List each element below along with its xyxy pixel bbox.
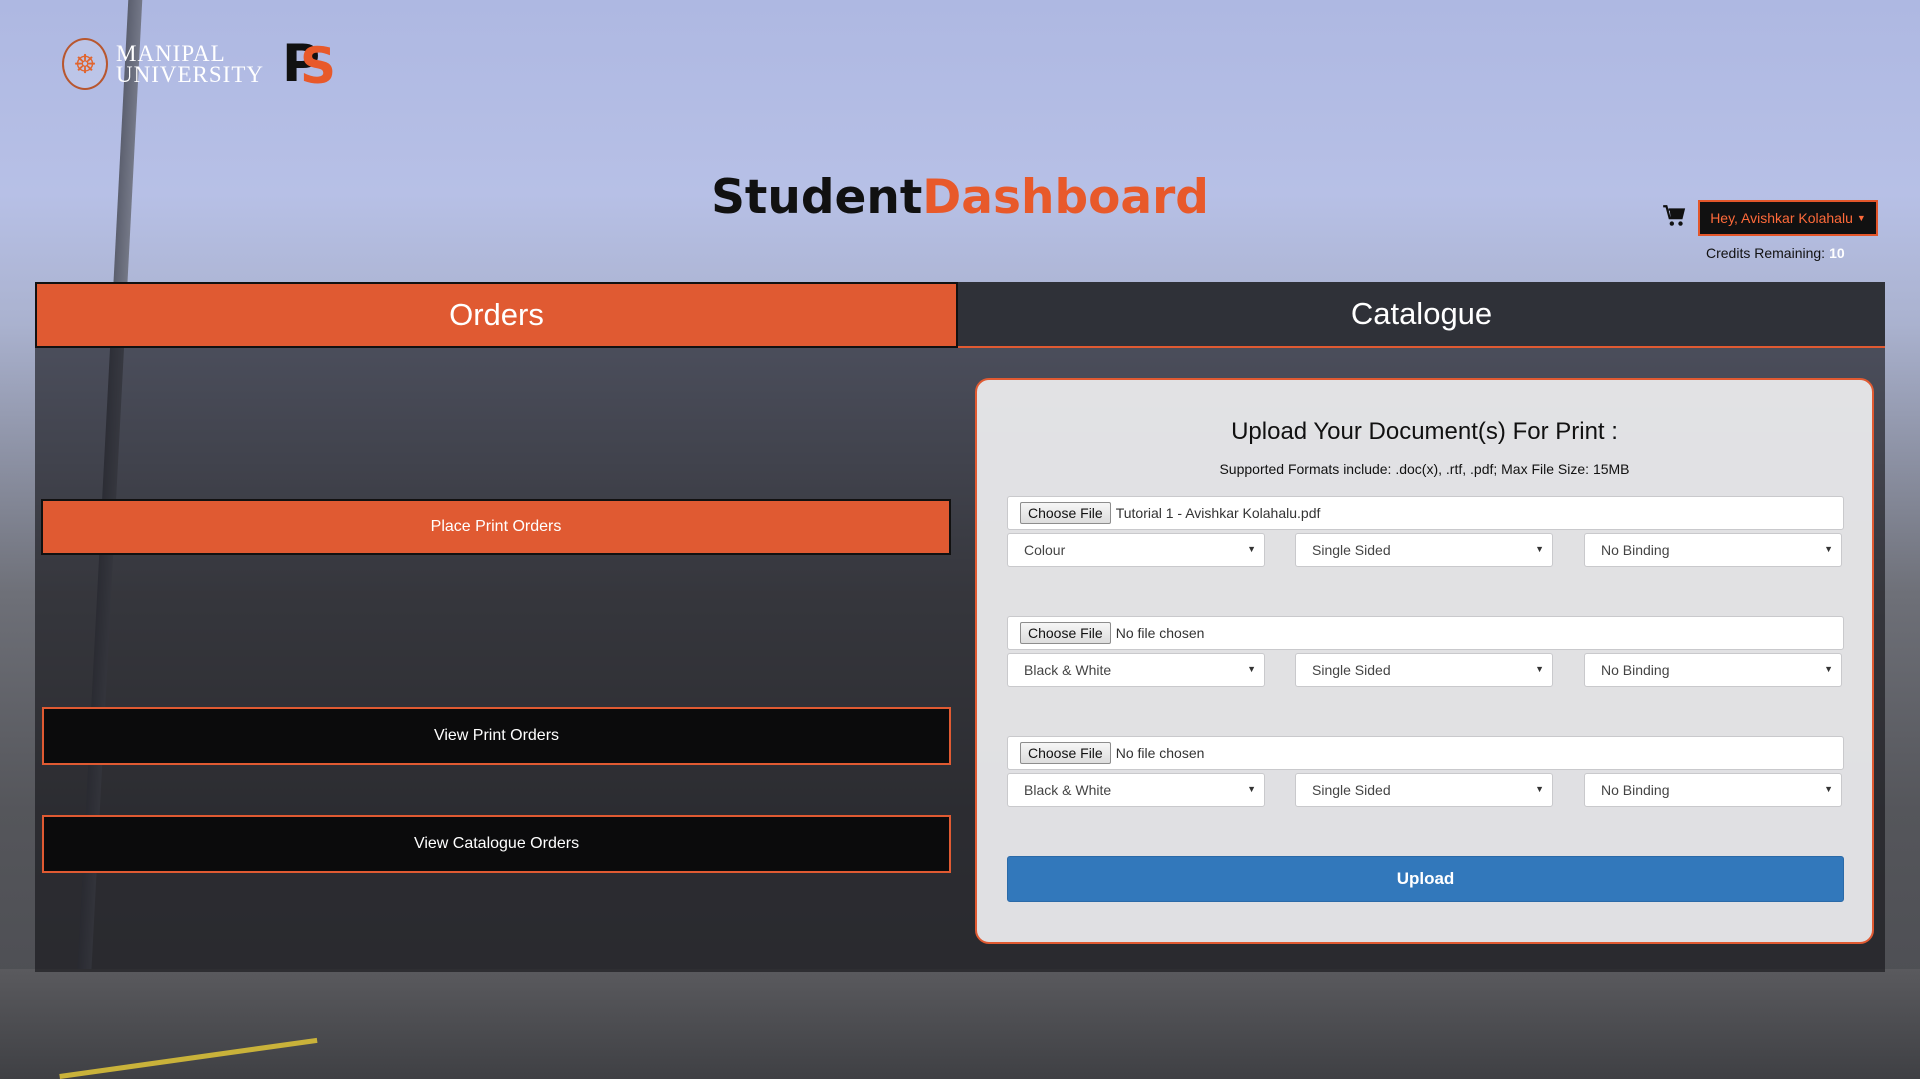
caret-down-icon: ▼ — [1856, 213, 1866, 223]
chevron-down-icon: ▼ — [1824, 784, 1833, 794]
page-title-part2: Dashboard — [922, 170, 1209, 225]
file-name: No file chosen — [1115, 625, 1205, 641]
sides-select[interactable]: Single Sided ▼ — [1295, 533, 1553, 567]
file-input[interactable]: Choose File No file chosen — [1007, 736, 1844, 770]
binding-select[interactable]: No Binding ▼ — [1584, 773, 1842, 807]
cart-icon[interactable] — [1661, 203, 1687, 229]
color-select[interactable]: Black & White ▼ — [1007, 653, 1265, 687]
chevron-down-icon: ▼ — [1535, 664, 1544, 674]
color-select-value: Black & White — [1024, 782, 1112, 798]
file-input[interactable]: Choose File No file chosen — [1007, 616, 1844, 650]
binding-select[interactable]: No Binding ▼ — [1584, 653, 1842, 687]
logo-university-text: MANIPAL UNIVERSITY — [116, 41, 264, 87]
chevron-down-icon: ▼ — [1824, 544, 1833, 554]
credits-remaining: Credits Remaining: 10 — [1706, 245, 1845, 261]
upload-subtitle: Supported Formats include: .doc(x), .rtf… — [1219, 461, 1630, 477]
university-crest-icon: ☸ — [62, 38, 108, 90]
file-input[interactable]: Choose File Tutorial 1 - Avishkar Kolaha… — [1007, 496, 1844, 530]
page-title-part1: Student — [711, 170, 923, 225]
site-logo[interactable]: ☸ MANIPAL UNIVERSITY PS — [62, 34, 340, 95]
upload-button[interactable]: Upload — [1007, 856, 1844, 902]
color-select-value: Colour — [1024, 542, 1066, 558]
view-print-orders-button[interactable]: View Print Orders — [42, 707, 951, 765]
user-menu-label: Hey, Avishkar Kolahalu — [1710, 210, 1853, 226]
place-print-orders-button[interactable]: Place Print Orders — [41, 499, 951, 555]
upload-title: Upload Your Document(s) For Print : — [1231, 418, 1618, 445]
choose-file-button[interactable]: Choose File — [1020, 622, 1111, 644]
binding-select[interactable]: No Binding ▼ — [1584, 533, 1842, 567]
upload-form: Upload Your Document(s) For Print : Supp… — [975, 378, 1874, 944]
chevron-down-icon: ▼ — [1535, 784, 1544, 794]
tab-catalogue[interactable]: Catalogue — [958, 282, 1885, 348]
binding-select-value: No Binding — [1601, 662, 1670, 678]
view-catalogue-orders-button[interactable]: View Catalogue Orders — [42, 815, 951, 873]
chevron-down-icon: ▼ — [1247, 784, 1256, 794]
choose-file-button[interactable]: Choose File — [1020, 742, 1111, 764]
tab-bar: Orders Catalogue — [35, 282, 1885, 348]
credits-label: Credits Remaining: — [1706, 245, 1826, 261]
sides-select-value: Single Sided — [1312, 542, 1391, 558]
page-title: StudentDashboard — [0, 170, 1920, 225]
color-select-value: Black & White — [1024, 662, 1112, 678]
choose-file-button[interactable]: Choose File — [1020, 502, 1111, 524]
chevron-down-icon: ▼ — [1824, 664, 1833, 674]
chevron-down-icon: ▼ — [1247, 664, 1256, 674]
file-name: No file chosen — [1115, 745, 1205, 761]
dashboard-panel: Orders Catalogue Place Print Orders View… — [35, 282, 1885, 972]
sides-select[interactable]: Single Sided ▼ — [1295, 653, 1553, 687]
user-menu-button[interactable]: Hey, Avishkar Kolahalu ▼ — [1698, 200, 1878, 236]
chevron-down-icon: ▼ — [1247, 544, 1256, 554]
chevron-down-icon: ▼ — [1535, 544, 1544, 554]
binding-select-value: No Binding — [1601, 542, 1670, 558]
sides-select[interactable]: Single Sided ▼ — [1295, 773, 1553, 807]
color-select[interactable]: Black & White ▼ — [1007, 773, 1265, 807]
tab-orders[interactable]: Orders — [35, 282, 958, 348]
file-name: Tutorial 1 - Avishkar Kolahalu.pdf — [1115, 505, 1321, 521]
sides-select-value: Single Sided — [1312, 662, 1391, 678]
background-road — [0, 969, 1920, 1079]
ps-logo: PS — [282, 34, 337, 95]
sides-select-value: Single Sided — [1312, 782, 1391, 798]
credits-value: 10 — [1829, 245, 1845, 261]
binding-select-value: No Binding — [1601, 782, 1670, 798]
color-select[interactable]: Colour ▼ — [1007, 533, 1265, 567]
